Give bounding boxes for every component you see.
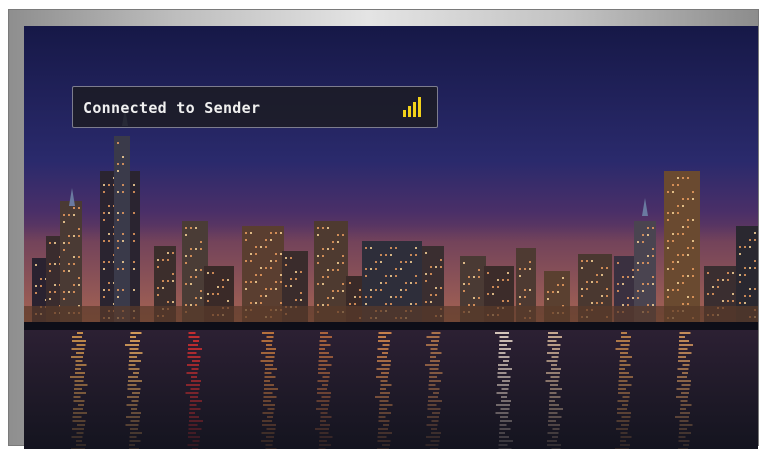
display-bezel: Connected to Sender <box>8 9 759 449</box>
connection-status-text: Connected to Sender <box>83 99 261 117</box>
screen: Connected to Sender <box>24 26 758 449</box>
signal-strength-icon <box>403 95 425 117</box>
connection-status-banner: Connected to Sender <box>72 86 438 128</box>
